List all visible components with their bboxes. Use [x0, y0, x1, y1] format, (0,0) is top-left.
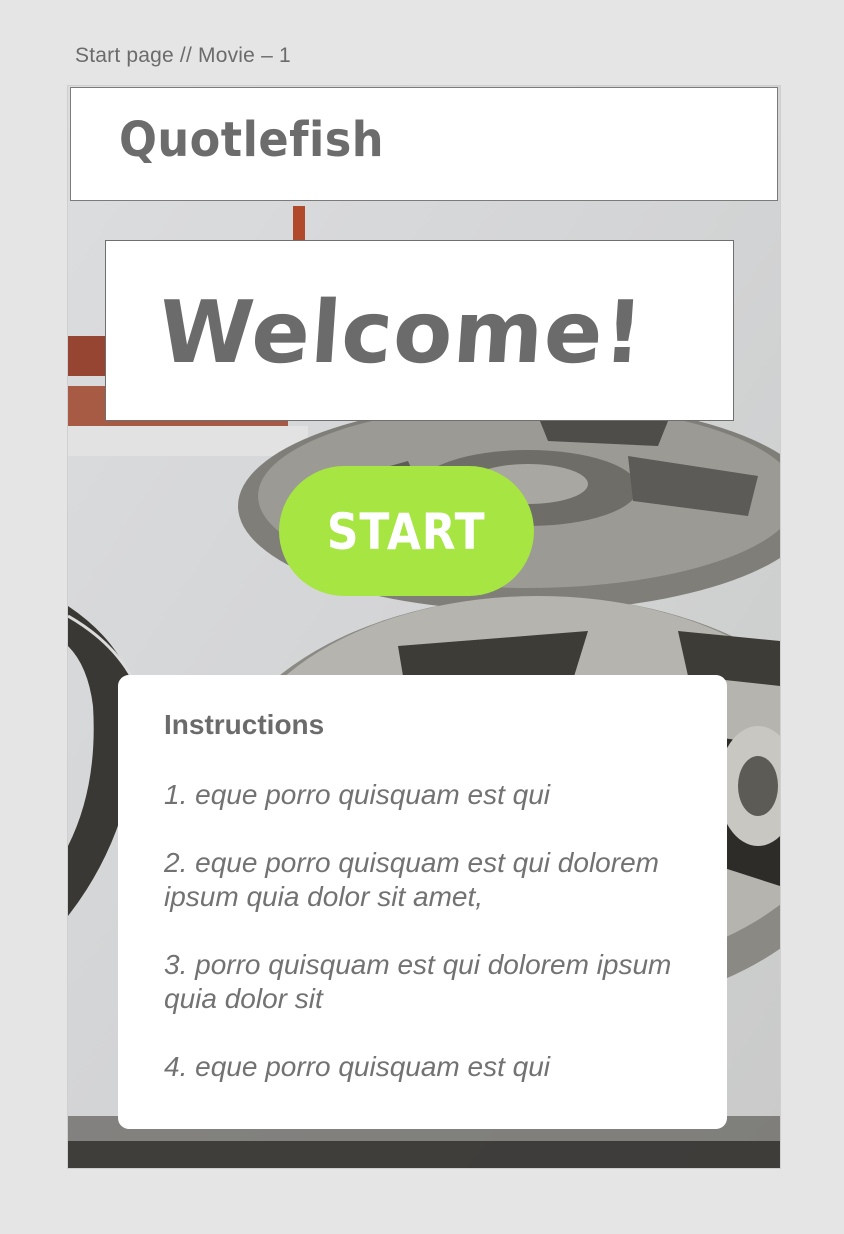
app-header: Quotlefish — [70, 87, 778, 201]
start-page-frame: Quotlefish Welcome! START Instructions 1… — [68, 86, 780, 1168]
welcome-banner: Welcome! — [105, 240, 734, 421]
instruction-item: 4. eque porro quisquam est qui — [164, 1051, 551, 1082]
instruction-item: 1. eque porro quisquam est qui — [164, 779, 551, 810]
frame-label: Start page // Movie – 1 — [75, 44, 291, 67]
instruction-item: 2. eque porro quisquam est qui dolorem i… — [164, 847, 659, 912]
app-logo[interactable]: Quotlefish — [119, 112, 384, 168]
instructions-card: Instructions 1. eque porro quisquam est … — [118, 675, 727, 1129]
welcome-heading: Welcome! — [155, 282, 648, 383]
instruction-item: 3. porro quisquam est qui dolorem ipsum … — [164, 949, 672, 1014]
start-button-label: START — [327, 503, 486, 561]
start-button[interactable]: START — [279, 466, 534, 596]
instructions-title: Instructions — [164, 709, 325, 740]
